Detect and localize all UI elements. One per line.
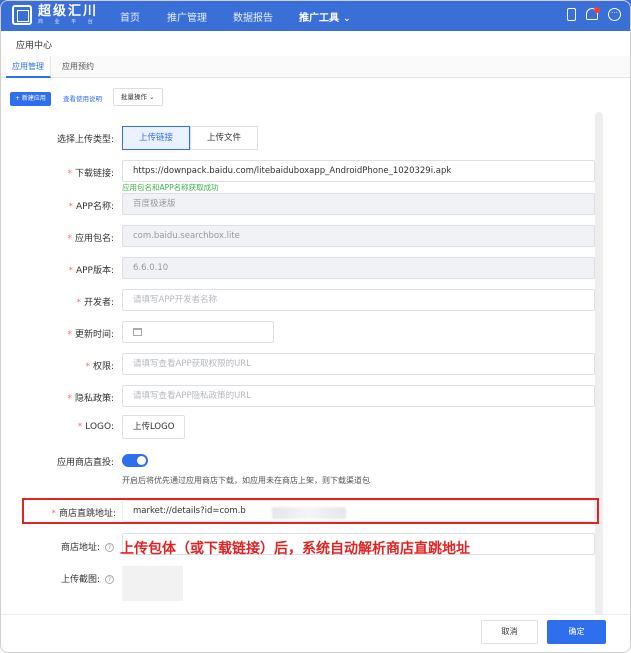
nav-item-home[interactable]: 首页 <box>120 9 140 24</box>
help-icon[interactable]: ? <box>105 543 114 552</box>
package-name-input[interactable]: com.baidu.searchbox.lite <box>122 225 595 247</box>
app-name-label: * APP名称: <box>68 202 114 212</box>
upload-type-segmented: 上传链接 上传文件 <box>122 126 259 150</box>
cancel-button[interactable]: 取消 <box>481 620 538 644</box>
update-time-datepicker[interactable] <box>122 321 274 343</box>
confirm-button[interactable]: 确定 <box>547 620 606 644</box>
permissions-label: * 权限: <box>85 362 114 372</box>
app-version-label-text: APP版本: <box>75 266 114 276</box>
upload-logo-button[interactable]: 上传LOGO <box>122 415 186 439</box>
store-direct-label: 应用商店直投: <box>56 458 114 468</box>
privacy-label: * 隐私政策: <box>67 394 114 404</box>
download-link-label: * 下载链接: <box>67 169 114 179</box>
nav-item-tools[interactable]: 推广工具 ⌄ <box>299 9 351 24</box>
upload-type-label: 选择上传类型: <box>56 135 114 145</box>
store-direct-hint: 开启后将优先通过应用商店下载，如应用未在商店上架，则下载渠道包 <box>122 476 370 485</box>
app-name-label-text: APP名称: <box>75 202 114 212</box>
notification-dot <box>594 7 600 13</box>
annotation-text: 上传包体（或下载链接）后，系统自动解析商店直跳地址 <box>120 541 470 557</box>
package-name-label-text: 应用包名: <box>74 234 114 244</box>
tab-app-management[interactable]: 应用管理 <box>6 56 51 78</box>
screenshots-label-text: 上传截图: <box>60 575 100 585</box>
store-jump-label-text: 商店直跳地址: <box>58 509 116 519</box>
nav-item-tools-label: 推广工具 <box>299 13 339 24</box>
app-version-label: * APP版本: <box>68 266 114 276</box>
privacy-label-text: 隐私政策: <box>74 394 114 404</box>
batch-actions-dropdown[interactable]: 批量操作 ⌄ <box>113 88 163 106</box>
logo-icon <box>12 5 32 25</box>
developer-label: * 开发者: <box>76 298 114 308</box>
download-link-input[interactable]: https://downpack.baidu.com/litebaiduboxa… <box>122 160 595 182</box>
page-title: 应用中心 <box>16 41 53 51</box>
usage-guide-link[interactable]: 查看使用说明 <box>63 93 102 103</box>
store-address-label: 商店地址:? <box>30 540 114 553</box>
logo-label: * LOGO: <box>77 422 114 432</box>
privacy-url-input[interactable]: 请填写查看APP隐私政策的URL <box>122 385 595 407</box>
permissions-url-input[interactable]: 请填写查看APP获取权限的URL <box>122 353 595 375</box>
batch-actions-label: 批量操作 <box>121 93 147 101</box>
upload-file-option[interactable]: 上传文件 <box>190 126 259 150</box>
nav-item-reports[interactable]: 数据报告 <box>233 9 273 24</box>
download-link-label-text: 下载链接: <box>74 169 114 179</box>
logo[interactable]: 超级汇川 商 业 平 台 <box>12 5 98 25</box>
mobile-icon[interactable] <box>567 8 576 21</box>
chevron-down-icon: ⌄ <box>343 14 351 24</box>
screenshots-label: 上传截图:? <box>30 572 114 585</box>
calendar-icon <box>133 327 142 336</box>
redacted-block <box>272 507 346 519</box>
tab-bar: 应用管理 应用预约 <box>0 56 631 78</box>
download-link-success-hint: 应用包名和APP名称获取成功 <box>122 183 219 192</box>
logo-title: 超级汇川 <box>38 4 99 19</box>
user-menu-icon[interactable]: ··· <box>608 8 621 21</box>
developer-input[interactable]: 请填写APP开发者名称 <box>122 289 595 311</box>
permissions-label-text: 权限: <box>92 362 114 372</box>
app-name-input[interactable]: 百度极速版 <box>122 193 595 215</box>
chevron-down-icon: ⌄ <box>149 93 155 101</box>
app-version-input[interactable]: 6.6.0.10 <box>122 257 595 279</box>
new-app-button[interactable]: + 新建应用 <box>10 92 51 106</box>
developer-label-text: 开发者: <box>83 298 114 308</box>
form-scrollbar[interactable] <box>595 112 603 620</box>
update-time-label-text: 更新时间: <box>74 330 114 340</box>
toolbar: + 新建应用 查看使用说明 批量操作 ⌄ <box>0 88 631 110</box>
nav-item-promotion[interactable]: 推广管理 <box>167 9 207 24</box>
store-jump-input[interactable]: market://details?id=com.b <box>122 500 595 522</box>
package-name-label: * 应用包名: <box>67 234 114 244</box>
upload-link-option[interactable]: 上传链接 <box>122 126 191 150</box>
tab-app-reservation[interactable]: 应用预约 <box>56 56 100 78</box>
screenshot-upload-area[interactable] <box>122 566 183 601</box>
bell-icon[interactable] <box>586 7 600 20</box>
store-address-label-text: 商店地址: <box>60 543 100 553</box>
store-direct-toggle[interactable] <box>122 454 148 467</box>
logo-subtitle: 商 业 平 台 <box>38 19 98 25</box>
update-time-label: * 更新时间: <box>67 330 114 340</box>
store-jump-label: * 商店直跳地址: <box>51 509 116 519</box>
help-icon[interactable]: ? <box>105 575 114 584</box>
logo-label-text: LOGO: <box>85 422 114 432</box>
toggle-knob <box>137 456 146 465</box>
top-nav-bar: 超级汇川 商 业 平 台 首页 推广管理 数据报告 推广工具 ⌄ ··· <box>0 0 631 31</box>
top-icons: ··· <box>567 7 621 21</box>
